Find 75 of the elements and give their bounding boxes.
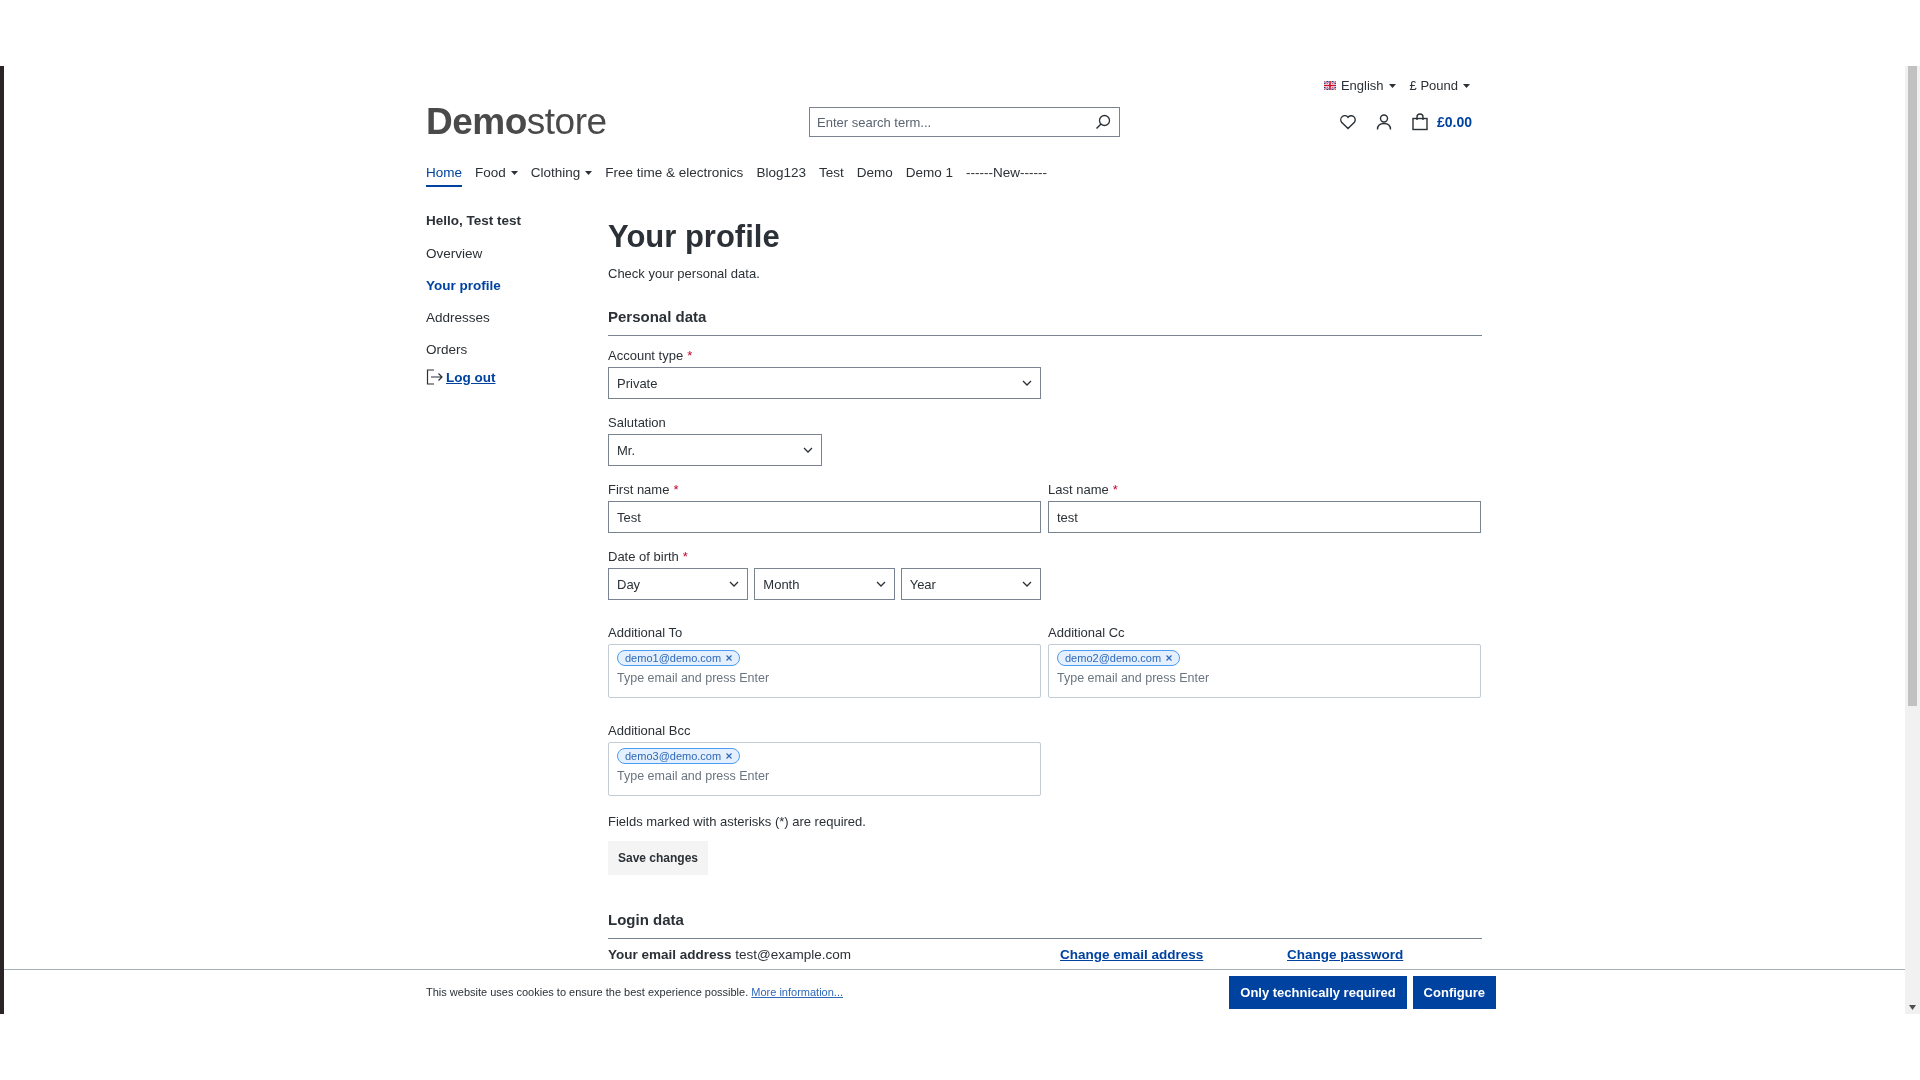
- flag-icon: [1323, 81, 1336, 90]
- field-label: First name *: [608, 482, 680, 497]
- caret-icon: [1463, 83, 1470, 88]
- input-field[interactable]: test: [1048, 501, 1481, 533]
- scroll-down-icon[interactable]: [1909, 1005, 1916, 1010]
- select-field[interactable]: Month: [754, 568, 895, 600]
- sidebar-item[interactable]: Orders: [426, 342, 608, 357]
- email-tag[interactable]: demo1@demo.com: [617, 650, 741, 666]
- save-button[interactable]: Save changes: [608, 841, 709, 875]
- field-label: Additional To: [608, 625, 684, 640]
- nav-item[interactable]: Demo 1: [905, 165, 953, 187]
- email-address-text: Your email address test@example.com: [608, 947, 853, 962]
- cookie-button[interactable]: Only technically required: [1229, 975, 1407, 1009]
- required-note: Fields marked with asterisks (*) are required.: [608, 814, 867, 829]
- field-label: Last name *: [1048, 482, 1119, 497]
- caret-icon: [1388, 83, 1396, 88]
- sidebar-item[interactable]: Addresses: [426, 310, 608, 325]
- select-field[interactable]: Year: [900, 568, 1041, 600]
- email-tag-field[interactable]: demo3@demo.com Type email and press Enter: [608, 742, 1041, 796]
- nav-item[interactable]: Free time & electronics: [605, 165, 744, 187]
- caret-icon: [510, 170, 518, 175]
- chevron-icon: [1022, 380, 1032, 386]
- nav-item[interactable]: Clothing: [530, 165, 593, 187]
- email-tag-field[interactable]: demo2@demo.com Type email and press Enter: [1048, 644, 1481, 698]
- email-tag[interactable]: demo2@demo.com: [1057, 650, 1181, 666]
- select-field[interactable]: Private: [608, 367, 1041, 399]
- search-field[interactable]: Enter search term...: [809, 107, 1120, 137]
- chevron-icon: [1022, 581, 1032, 587]
- language-dropdown[interactable]: English: [1323, 78, 1396, 93]
- caret-icon: [585, 170, 593, 175]
- field-label: Additional Cc: [1048, 625, 1126, 640]
- chevron-icon: [803, 447, 813, 453]
- nav-item[interactable]: Blog123: [756, 165, 806, 187]
- field-label: Date of birth *: [608, 549, 689, 564]
- cart-button[interactable]: £0.00: [1410, 113, 1472, 131]
- close-icon: [1166, 655, 1173, 661]
- cookie-button[interactable]: Configure: [1412, 975, 1496, 1009]
- change-password-link[interactable]: Change password: [1287, 947, 1404, 962]
- search-icon: [1095, 114, 1111, 130]
- logout-link[interactable]: Log out: [446, 369, 496, 385]
- scrollbar[interactable]: [1905, 66, 1920, 1014]
- logo[interactable]: Demostore: [426, 101, 809, 143]
- sidebar-item[interactable]: Your profile: [426, 278, 608, 293]
- page-title: Your profile: [608, 218, 781, 255]
- change-email-link[interactable]: Change email address: [1060, 947, 1204, 962]
- greeting: Hello, Test test: [426, 213, 523, 228]
- heart-icon: [1338, 113, 1357, 131]
- currency-dropdown[interactable]: £ Pound: [1409, 78, 1470, 93]
- bag-icon: [1410, 113, 1429, 131]
- sidebar-item[interactable]: Overview: [426, 246, 608, 261]
- nav-item[interactable]: Test: [818, 165, 844, 187]
- close-icon: [726, 655, 733, 661]
- more-information-link[interactable]: More information...: [751, 986, 843, 998]
- field-label: Additional Bcc: [608, 723, 692, 738]
- field-label: Account type *: [608, 348, 694, 363]
- page-subtitle: Check your personal data.: [608, 266, 761, 281]
- select-field[interactable]: Mr.: [608, 434, 822, 466]
- nav-item[interactable]: Home: [426, 165, 462, 187]
- chevron-icon: [729, 581, 740, 587]
- field-label: Salutation: [608, 415, 667, 430]
- nav-item[interactable]: Demo: [856, 165, 893, 187]
- chevron-icon: [875, 581, 886, 587]
- input-field[interactable]: Test: [608, 501, 1041, 533]
- cart-total: £0.00: [1436, 114, 1472, 130]
- section-heading: Personal data: [608, 308, 1482, 336]
- user-icon: [1374, 113, 1393, 131]
- logout-icon: [426, 369, 443, 385]
- nav-item[interactable]: Food: [475, 165, 518, 187]
- section-heading: Login data: [608, 911, 1482, 939]
- cookie-notice: This website uses cookies to ensure the best experience possible. More information...: [426, 986, 843, 998]
- email-tag-field[interactable]: demo1@demo.com Type email and press Enter: [608, 644, 1041, 698]
- nav-item[interactable]: ------New------: [966, 165, 1047, 187]
- email-tag[interactable]: demo3@demo.com: [617, 748, 741, 764]
- select-field[interactable]: Day: [608, 568, 749, 600]
- close-icon: [726, 753, 733, 759]
